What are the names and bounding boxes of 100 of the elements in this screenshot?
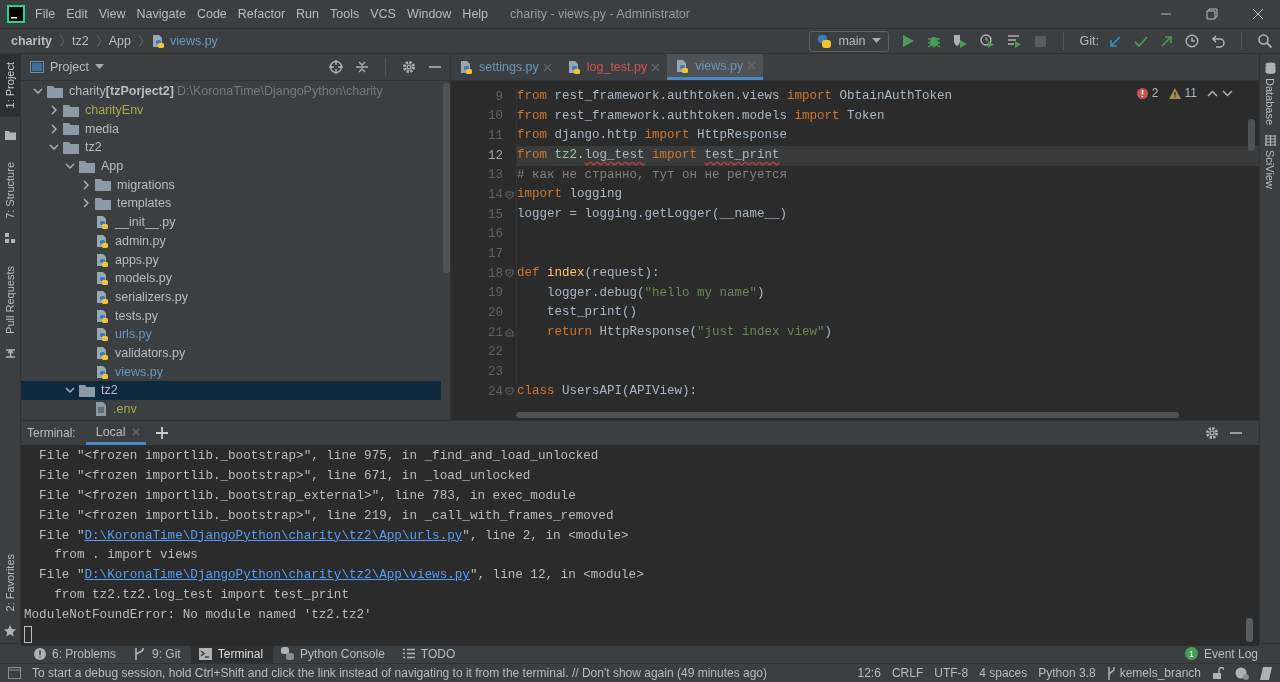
settings-icon[interactable] — [402, 60, 416, 74]
breadcrumb[interactable]: views.py — [150, 34, 218, 48]
tool-window-tab[interactable]: Pull Requests — [0, 258, 20, 343]
tree-item[interactable]: migrations — [21, 175, 441, 195]
menu-item[interactable]: View — [98, 7, 126, 21]
event-log-button[interactable]: 1 Event Log — [1176, 643, 1268, 664]
push-arrow-icon[interactable] — [1160, 34, 1173, 48]
menu-item[interactable]: Edit — [66, 7, 88, 21]
history-icon[interactable] — [1185, 34, 1199, 48]
tree-item[interactable]: tz2 — [21, 381, 441, 400]
fold-marker-icon[interactable] — [505, 269, 514, 279]
tree-item[interactable]: serializers.py — [21, 287, 441, 307]
run-icon[interactable] — [900, 34, 915, 48]
lock-icon[interactable] — [1212, 667, 1224, 679]
folder-icon — [63, 103, 79, 117]
error-icon[interactable] — [1136, 87, 1148, 99]
chevron-icon[interactable] — [81, 179, 91, 190]
tool-window-button[interactable]: Python Console — [273, 643, 395, 664]
menu-item[interactable]: Help — [462, 7, 489, 21]
scrollbar-thumb[interactable] — [516, 412, 1179, 418]
line-number: 20 — [487, 306, 503, 321]
chevron-icon[interactable] — [81, 198, 91, 209]
breadcrumb[interactable]: App — [108, 34, 131, 48]
fold-marker-icon[interactable] — [505, 328, 514, 338]
file-link[interactable]: D:\KoronaTime\DjangoPython\charity\tz2\App\views.py — [84, 568, 470, 583]
status-item[interactable]: 12:6 — [857, 666, 881, 680]
tool-window-tab[interactable]: 7: Structure — [0, 154, 20, 228]
menu-item[interactable]: Refactor — [237, 7, 286, 21]
menu-item[interactable]: Code — [196, 7, 227, 21]
menu-item[interactable]: Window — [406, 7, 452, 21]
settings-icon[interactable] — [1205, 426, 1219, 440]
editor-tab[interactable]: settings.py — [451, 54, 559, 80]
locate-icon[interactable] — [329, 60, 343, 74]
tree-item[interactable]: App — [21, 156, 441, 176]
tool-window-button[interactable]: 6: Problems — [26, 643, 127, 664]
tree-item[interactable]: views.py — [21, 362, 441, 381]
tree-item[interactable]: validators.py — [21, 343, 441, 363]
tool-window-tab[interactable]: SciView — [1264, 135, 1276, 190]
panel-title-dropdown[interactable]: Project — [30, 60, 104, 74]
tool-window-tab[interactable]: 1: Project — [0, 54, 20, 117]
tree-item[interactable]: tz2 — [21, 138, 441, 157]
tree-item[interactable]: media — [21, 119, 441, 139]
menu-item[interactable]: Navigate — [136, 7, 186, 21]
bug-icon[interactable] — [926, 34, 941, 48]
status-item[interactable]: Python 3.8 — [1038, 666, 1096, 680]
chevron-icon[interactable] — [49, 123, 59, 134]
collapse-all-icon[interactable] — [355, 60, 369, 74]
tree-item[interactable]: apps.py — [21, 250, 441, 269]
file-link[interactable]: D:\KoronaTime\DjangoPython\charity\tz2\App\urls.py — [84, 528, 463, 543]
breadcrumb[interactable]: charity — [11, 34, 52, 48]
warning-count: 11 — [1184, 86, 1197, 100]
database-icon — [1264, 62, 1276, 74]
tree-item[interactable]: __init__.py — [21, 212, 441, 232]
tree-item[interactable]: templates — [21, 194, 441, 213]
menu-item[interactable]: VCS — [370, 7, 396, 21]
window-icon[interactable] — [8, 667, 21, 679]
tree-item[interactable]: tests.py — [21, 306, 441, 325]
warning-icon[interactable] — [1168, 87, 1181, 99]
menu-item[interactable]: Tools — [330, 7, 360, 21]
restore-icon[interactable] — [1206, 8, 1218, 20]
status-item[interactable]: CRLF — [891, 666, 924, 680]
scrollbar-thumb[interactable] — [443, 83, 450, 273]
tool-window-tab[interactable]: Database — [1264, 62, 1276, 126]
panel-icon — [30, 61, 44, 73]
status-item[interactable]: 4 spaces — [979, 666, 1028, 680]
status-item[interactable]: UTF-8 — [934, 666, 969, 680]
tree-item[interactable]: charity[tzPorject2] D:\KoronaTime\DjangoPython\charity — [21, 82, 441, 101]
close-icon[interactable] — [1252, 8, 1264, 20]
check-icon[interactable] — [1134, 34, 1148, 48]
terminal-line: File "<frozen importlib._bootstrap>", line 975, in _find_and_load_unlocked — [38, 448, 600, 465]
chevron-down-icon[interactable] — [1222, 89, 1233, 97]
python-file-icon — [566, 60, 581, 74]
tree-item[interactable]: .env — [21, 399, 441, 419]
chevron-icon[interactable] — [49, 105, 59, 116]
update-arrow-icon[interactable] — [1109, 34, 1122, 48]
run-list-icon[interactable] — [1006, 34, 1022, 48]
fold-marker-icon[interactable] — [505, 190, 514, 200]
tool-window-tab[interactable]: 2: Favorites — [0, 545, 20, 619]
tool-window-button[interactable]: TODO — [394, 643, 466, 664]
python-file-icon — [95, 215, 109, 230]
fold-marker-icon[interactable] — [505, 387, 514, 397]
add-icon[interactable] — [155, 427, 168, 439]
tree-item[interactable]: admin.py — [21, 231, 441, 251]
tree-item[interactable]: models.py — [21, 268, 441, 288]
search-icon[interactable] — [1258, 34, 1272, 48]
tree-item[interactable]: charityEnv — [21, 100, 441, 120]
menu-item[interactable]: File — [35, 7, 56, 21]
tool-window-button[interactable]: 9: Git — [126, 643, 191, 664]
scrollbar-thumb[interactable] — [1246, 617, 1253, 642]
rollback-icon[interactable] — [1211, 34, 1225, 48]
chevron-up-icon[interactable] — [1207, 89, 1218, 97]
notification-badge: 1 — [1184, 647, 1198, 660]
run-config-dropdown[interactable]: main — [809, 30, 889, 52]
caret-icon — [871, 38, 881, 44]
line-number: 16 — [487, 227, 503, 242]
menu-item[interactable]: Run — [296, 7, 319, 21]
breadcrumb[interactable]: tz2 — [72, 34, 89, 48]
scrollbar-thumb[interactable] — [1248, 119, 1255, 151]
branch-widget[interactable]: kemels_branch — [1106, 666, 1201, 680]
tree-item[interactable]: urls.py — [21, 324, 441, 344]
